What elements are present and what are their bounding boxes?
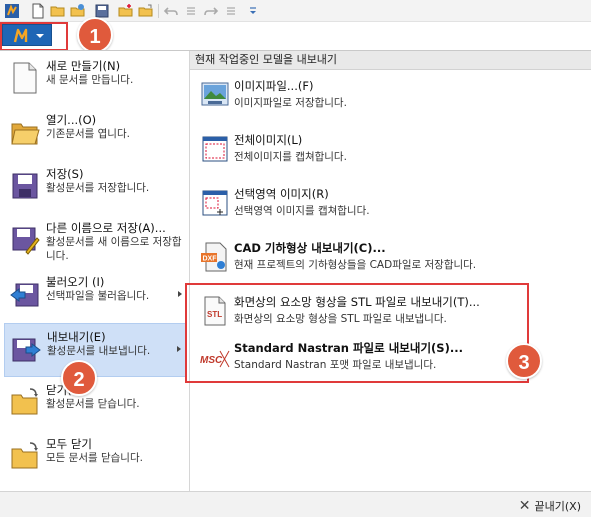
menu-item-import[interactable]: 불러오기 (I) 선택파일을 불러옵니다. <box>4 269 186 323</box>
export-submenu: 현재 작업중인 모델을 내보내기 이미지파일...(F) 이미지파일로 저장합니… <box>190 51 591 491</box>
dxf-export-icon: DXF <box>201 242 227 272</box>
menu-item-title: 불러오기 (I) <box>46 275 105 289</box>
menu-item-desc: 활성문서를 저장합니다. <box>46 182 150 194</box>
menu-item-title: 이미지파일...(F) <box>234 79 314 93</box>
app-small-logo-icon <box>5 4 19 18</box>
menu-item-cad-export[interactable]: DXF CAD 기하형상 내보내기(C)... 현재 프로젝트의 기하형상들을 … <box>194 235 590 283</box>
svg-text:DXF: DXF <box>203 256 218 263</box>
menu-item-desc: 활성문서를 새 이름으로 저장합니다. <box>46 236 182 262</box>
full-capture-icon <box>202 136 228 162</box>
save-as-icon <box>12 227 40 255</box>
exit-button[interactable]: ✕ 끝내기(X) <box>519 497 581 515</box>
undo-icon[interactable] <box>163 3 179 19</box>
callout-3: 3 <box>506 343 542 379</box>
customize-icon[interactable] <box>245 3 261 19</box>
menu-item-desc: 활성문서를 닫습니다. <box>46 398 140 410</box>
menu-item-title: 내보내기(E) <box>47 330 106 344</box>
open-folder-icon[interactable] <box>50 3 66 19</box>
menu-item-desc: 전체이미지를 캡쳐합니다. <box>234 151 347 163</box>
redo-icon[interactable] <box>203 3 219 19</box>
callout-2: 2 <box>61 360 97 396</box>
new-doc-icon[interactable] <box>30 3 46 19</box>
new-document-icon <box>13 62 37 94</box>
import-icon <box>10 283 39 307</box>
menu-item-title: 선택영역 이미지(R) <box>234 187 329 201</box>
menu-item-new[interactable]: 새로 만들기(N) 새 문서를 만듭니다. <box>4 53 186 107</box>
menu-item-desc: 활성문서를 내보냅니다. <box>47 345 151 357</box>
submenu-arrow-icon <box>178 291 182 297</box>
folder-icon[interactable] <box>138 3 154 19</box>
app-logo-icon <box>13 28 28 43</box>
undo-list-icon[interactable] <box>183 3 199 19</box>
image-file-icon <box>201 82 229 106</box>
menu-item-title: CAD 기하형상 내보내기(C)... <box>234 241 386 255</box>
region-capture-icon <box>202 190 228 216</box>
menu-item-title: 다른 이름으로 저장(A)... <box>46 221 166 235</box>
menu-item-desc: 모든 문서를 닫습니다. <box>46 452 143 464</box>
menu-item-desc: 화면상의 요소망 형상을 STL 파일로 내보냅니다. <box>234 313 447 325</box>
menu-item-desc: 기존문서를 엽니다. <box>46 128 130 140</box>
close-icon: ✕ <box>518 498 531 514</box>
app-menu-button[interactable] <box>2 24 52 46</box>
menu-footer: ✕ 끝내기(X) <box>0 491 591 517</box>
callout-1: 1 <box>77 17 113 53</box>
menu-item-title: 모두 닫기 <box>46 437 92 451</box>
toolbar-separator <box>158 4 159 18</box>
close-folder-icon <box>11 388 38 415</box>
redo-list-icon[interactable] <box>223 3 239 19</box>
menu-item-stl-export[interactable]: STL 화면상의 요소망 형상을 STL 파일로 내보내기(T)... 화면상의… <box>194 289 590 337</box>
left-menu: 새로 만들기(N) 새 문서를 만듭니다. 열기...(O) 기존문서를 엽니다… <box>0 51 189 491</box>
menu-item-desc: Standard Nastran 포맷 파일로 내보냅니다. <box>234 359 437 371</box>
msc-nastran-icon: MSC <box>200 350 230 368</box>
folder-new-icon[interactable] <box>118 3 134 19</box>
svg-text:STL: STL <box>207 310 222 319</box>
menu-item-desc: 이미지파일로 저장합니다. <box>234 97 347 109</box>
menu-item-desc: 선택파일을 불러옵니다. <box>46 290 150 302</box>
menu-item-title: 새로 만들기(N) <box>46 59 121 73</box>
menu-item-full-image[interactable]: 전체이미지(L) 전체이미지를 캡쳐합니다. <box>194 127 590 175</box>
menu-item-desc: 새 문서를 만듭니다. <box>46 74 134 86</box>
submenu-arrow-icon <box>177 346 181 352</box>
menu-item-desc: 선택영역 이미지를 캡쳐합니다. <box>234 205 370 217</box>
open-folder-icon <box>11 123 40 145</box>
open-special-icon[interactable] <box>70 3 86 19</box>
menu-item-save-as[interactable]: 다른 이름으로 저장(A)... 활성문서를 새 이름으로 저장합니다. <box>4 215 186 269</box>
menu-item-close-all[interactable]: 모두 닫기 모든 문서를 닫습니다. <box>4 431 186 485</box>
svg-text:MSC: MSC <box>200 355 223 366</box>
submenu-header: 현재 작업중인 모델을 내보내기 <box>190 51 591 70</box>
menu-item-title: 화면상의 요소망 형상을 STL 파일로 내보내기(T)... <box>234 295 480 309</box>
menu-item-title: Standard Nastran 파일로 내보내기(S)... <box>234 341 463 355</box>
export-icon <box>12 338 41 362</box>
menu-item-open[interactable]: 열기...(O) 기존문서를 엽니다. <box>4 107 186 161</box>
stl-file-icon: STL <box>204 296 226 326</box>
menu-item-title: 저장(S) <box>46 167 84 181</box>
chevron-down-icon <box>36 34 44 38</box>
exit-label: 끝내기(X) <box>534 500 581 513</box>
save-disk-icon <box>12 173 38 199</box>
menu-item-title: 열기...(O) <box>46 113 97 127</box>
menu-item-title: 전체이미지(L) <box>234 133 303 147</box>
menu-item-save[interactable]: 저장(S) 활성문서를 저장합니다. <box>4 161 186 215</box>
menu-item-desc: 현재 프로젝트의 기하형상들을 CAD파일로 저장합니다. <box>234 259 477 271</box>
menu-item-image-file[interactable]: 이미지파일...(F) 이미지파일로 저장합니다. <box>194 73 590 121</box>
application-menu: 새로 만들기(N) 새 문서를 만듭니다. 열기...(O) 기존문서를 엽니다… <box>0 50 591 517</box>
menu-item-region-image[interactable]: 선택영역 이미지(R) 선택영역 이미지를 캡쳐합니다. <box>194 181 590 229</box>
close-all-folder-icon <box>11 442 38 469</box>
